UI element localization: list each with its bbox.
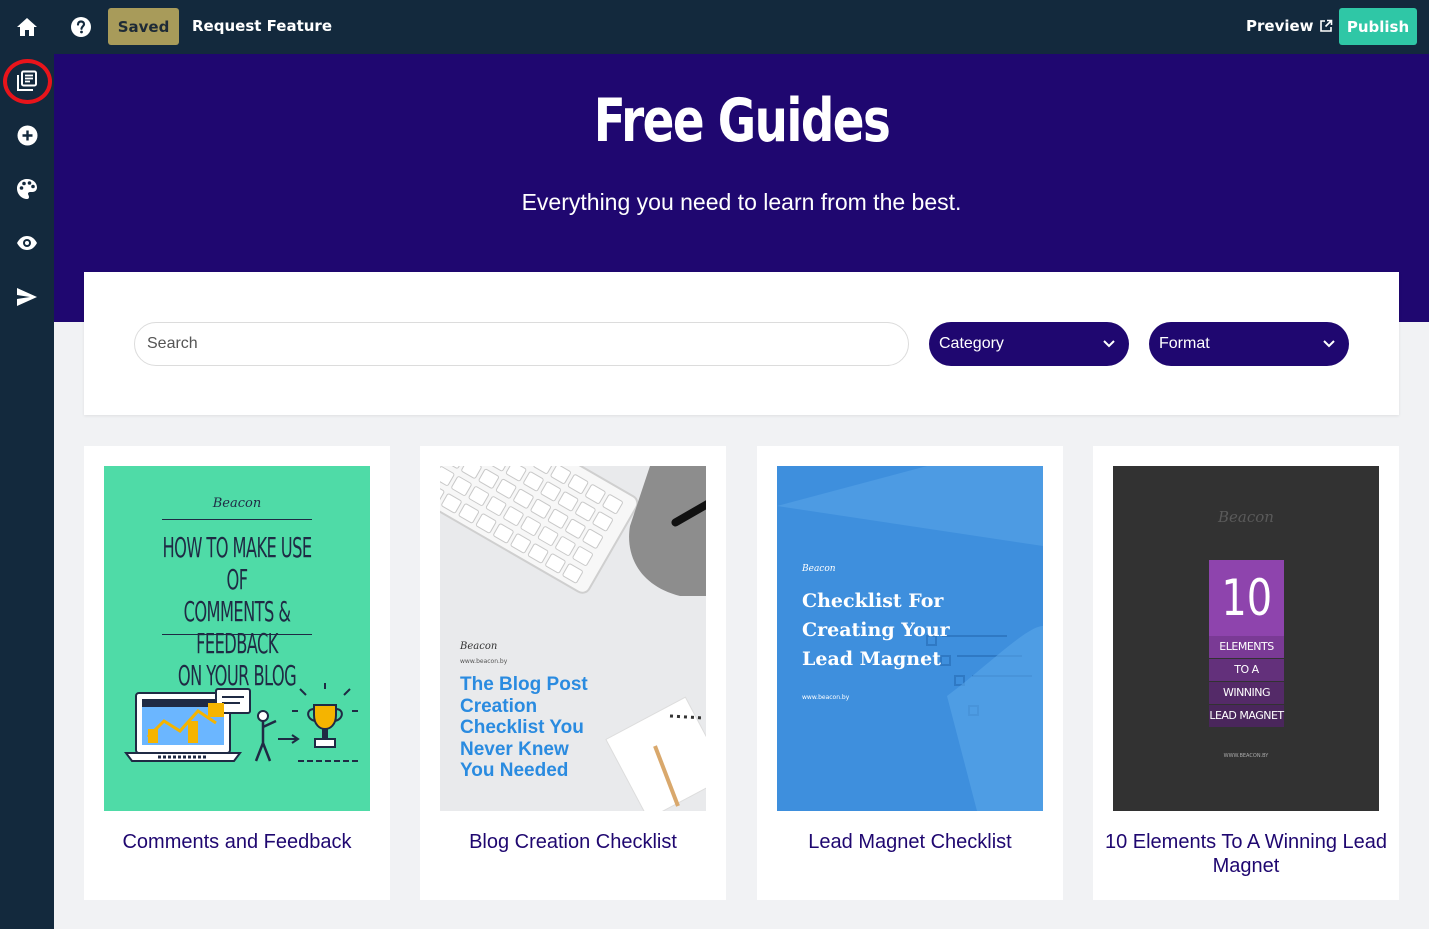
palette-icon bbox=[17, 179, 37, 199]
home-icon bbox=[17, 18, 37, 36]
sidebar-item-design[interactable] bbox=[0, 162, 54, 216]
page-subtitle: Everything you need to learn from the be… bbox=[521, 189, 962, 215]
sidebar-item-send[interactable] bbox=[0, 270, 54, 324]
cover-headline: 10 ELEMENTS TO A WINNING LEAD MAGNET bbox=[1209, 560, 1284, 730]
guide-title[interactable]: Lead Magnet Checklist bbox=[767, 830, 1053, 854]
keyboard-photo-icon bbox=[440, 466, 706, 596]
guide-title[interactable]: Blog Creation Checklist bbox=[430, 830, 716, 854]
cover-headline: HOW TO MAKE USE OF COMMENTS & FEEDBACK O… bbox=[162, 531, 312, 692]
cover-url: www.beacon.by bbox=[802, 694, 850, 701]
chevron-down-icon bbox=[1323, 340, 1335, 348]
cover-headline: The Blog Post Creation Checklist You Nev… bbox=[460, 674, 588, 781]
help-icon bbox=[71, 17, 91, 37]
guide-card[interactable]: Beacon Checklist For Creating Your Lead … bbox=[757, 446, 1063, 900]
page-title: Free Guides bbox=[593, 86, 891, 156]
cover-headline: Checklist For Creating Your Lead Magnet bbox=[802, 590, 950, 670]
guide-cover[interactable]: Beacon 10 ELEMENTS TO A WINNING LEAD MAG… bbox=[1113, 466, 1379, 811]
add-circle-icon bbox=[17, 125, 37, 145]
format-dropdown[interactable]: Format bbox=[1149, 322, 1349, 366]
search-input[interactable] bbox=[134, 322, 909, 366]
laptop-feedback-illustration-icon bbox=[124, 683, 358, 762]
guide-cover[interactable]: Beacon HOW TO MAKE USE OF COMMENTS & FEE… bbox=[104, 466, 370, 811]
filter-panel: Category Format bbox=[84, 272, 1399, 415]
preview-link[interactable]: Preview bbox=[1246, 17, 1333, 35]
cover-brand: Beacon bbox=[1218, 508, 1274, 526]
cover-brand: Beacon bbox=[802, 564, 836, 574]
cover-brand: Beacon bbox=[460, 641, 498, 652]
guide-card[interactable]: Beacon HOW TO MAKE USE OF COMMENTS & FEE… bbox=[84, 446, 390, 900]
category-dropdown[interactable]: Category bbox=[929, 322, 1129, 366]
guide-title[interactable]: 10 Elements To A Winning Lead Magnet bbox=[1103, 830, 1389, 878]
category-label: Category bbox=[939, 335, 1004, 352]
divider bbox=[162, 634, 312, 635]
chevron-down-icon bbox=[1103, 340, 1115, 348]
preview-label: Preview bbox=[1246, 17, 1314, 35]
publish-button[interactable]: Publish bbox=[1339, 8, 1417, 45]
guide-cover[interactable]: Beacon Checklist For Creating Your Lead … bbox=[777, 466, 1043, 811]
external-link-icon bbox=[1319, 19, 1332, 32]
cover-number: 10 bbox=[1209, 560, 1284, 636]
guide-card[interactable]: Beacon www.beacon.by The Blog Post Creat… bbox=[420, 446, 726, 900]
guide-title[interactable]: Comments and Feedback bbox=[94, 830, 380, 854]
cover-url: WWW.BEACON.BY bbox=[1223, 753, 1269, 759]
home-button[interactable] bbox=[0, 0, 54, 54]
guide-card[interactable]: Beacon 10 ELEMENTS TO A WINNING LEAD MAG… bbox=[1093, 446, 1399, 900]
request-feature-link[interactable]: Request Feature bbox=[192, 17, 332, 35]
sidebar-item-add[interactable] bbox=[0, 108, 54, 162]
format-label: Format bbox=[1159, 335, 1210, 352]
sidebar-item-preview[interactable] bbox=[0, 216, 54, 270]
sidebar bbox=[0, 54, 54, 929]
highlight-circle bbox=[3, 59, 52, 104]
cover-url: www.beacon.by bbox=[460, 658, 508, 665]
help-button[interactable] bbox=[54, 0, 108, 54]
send-icon bbox=[17, 288, 37, 306]
eye-icon bbox=[17, 236, 37, 250]
guide-cover[interactable]: Beacon www.beacon.by The Blog Post Creat… bbox=[440, 466, 706, 811]
saved-button[interactable]: Saved bbox=[108, 8, 179, 45]
cover-brand: Beacon bbox=[212, 496, 262, 511]
top-bar: Saved Request Feature Preview Publish bbox=[0, 0, 1429, 54]
divider bbox=[162, 519, 312, 520]
